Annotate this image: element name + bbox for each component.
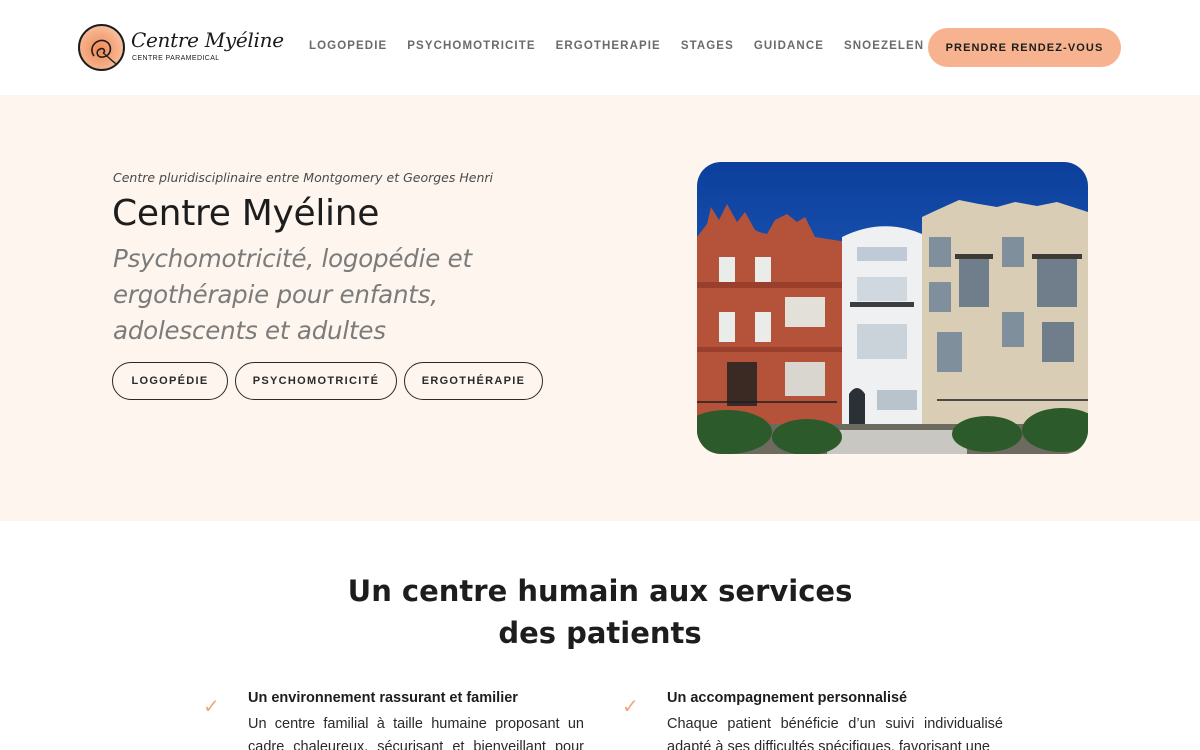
book-appointment-button[interactable]: PRENDRE RENDEZ-VOUS bbox=[928, 28, 1121, 67]
check-icon: ✓ bbox=[622, 694, 639, 718]
feature-text: Un centre familial à taille humaine prop… bbox=[248, 716, 584, 750]
check-icon: ✓ bbox=[203, 694, 220, 718]
logo[interactable]: Centre Myéline CENTRE PARAMEDICAL bbox=[78, 24, 284, 72]
hero-subtitle: Psychomotricité, logopédie et ergothérap… bbox=[113, 244, 472, 345]
pill-psychomotricite[interactable]: PSYCHOMOTRICITÉ bbox=[235, 362, 397, 400]
main-nav: LOGOPEDIE PSYCHOMOTRICITE ERGOTHERAPIE S… bbox=[309, 40, 944, 52]
nav-item-logopedie[interactable]: LOGOPEDIE bbox=[309, 40, 387, 52]
nav-item-snoezelen[interactable]: SNOEZELEN bbox=[844, 40, 924, 52]
feature-title: Un environnement rassurant et familier bbox=[248, 690, 518, 706]
pill-logopedie[interactable]: LOGOPÉDIE bbox=[112, 362, 228, 400]
feature-text: Chaque patient bénéficie d’un suivi indi… bbox=[667, 716, 1003, 750]
page-title: Centre Myéline bbox=[112, 193, 380, 234]
nav-item-stages[interactable]: STAGES bbox=[681, 40, 734, 52]
site-header: Centre Myéline CENTRE PARAMEDICAL LOGOPE… bbox=[0, 0, 1200, 95]
section-title-line1: Un centre humain aux services bbox=[347, 574, 853, 608]
nav-item-ergotherapie[interactable]: ERGOTHERAPIE bbox=[556, 40, 661, 52]
pill-ergotherapie[interactable]: ERGOTHÉRAPIE bbox=[404, 362, 543, 400]
service-pills: LOGOPÉDIE PSYCHOMOTRICITÉ ERGOTHÉRAPIE bbox=[112, 362, 543, 400]
nav-item-guidance[interactable]: GUIDANCE bbox=[754, 40, 824, 52]
logo-name: Centre Myéline bbox=[131, 28, 284, 52]
hero-kicker: Centre pluridisciplinaire entre Montgome… bbox=[113, 170, 493, 185]
logo-mark-icon bbox=[78, 24, 125, 71]
feature-title: Un accompagnement personnalisé bbox=[667, 690, 908, 706]
section-title: Un centre humain aux services des patien… bbox=[0, 570, 1200, 654]
section-title-line2: des patients bbox=[498, 616, 702, 650]
logo-subtitle: CENTRE PARAMEDICAL bbox=[132, 55, 220, 62]
building-photo bbox=[697, 162, 1088, 454]
nav-item-psychomotricite[interactable]: PSYCHOMOTRICITE bbox=[407, 40, 535, 52]
hero-section: Centre pluridisciplinaire entre Montgome… bbox=[0, 95, 1200, 521]
